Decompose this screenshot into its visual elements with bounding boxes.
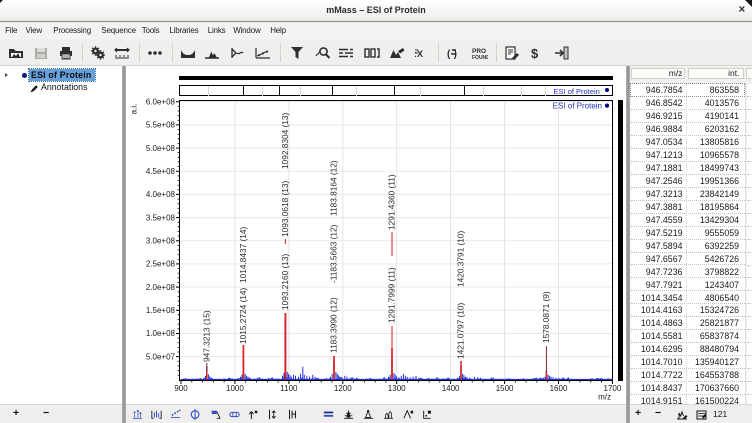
svg-text:5.5e+08: 5.5e+08: [146, 121, 176, 130]
svg-text:1420.3791 (10): 1420.3791 (10): [456, 230, 466, 287]
svg-text:m/z: m/z: [598, 393, 611, 402]
svg-text:-1183.5663 (12): -1183.5663 (12): [329, 224, 339, 283]
svg-text:ESI of Protein: ESI of Protein: [553, 102, 602, 111]
svg-text:1.5e+08: 1.5e+08: [146, 306, 176, 315]
svg-text:6.0e+08: 6.0e+08: [146, 98, 176, 107]
svg-text:1014.8437 (14): 1014.8437 (14): [238, 226, 248, 283]
svg-text:1300: 1300: [388, 384, 406, 393]
svg-text:3.5e+08: 3.5e+08: [146, 213, 176, 222]
svg-text:1400: 1400: [442, 384, 460, 393]
svg-text:5.0e+08: 5.0e+08: [146, 144, 176, 153]
svg-text:1291.4360 (11): 1291.4360 (11): [387, 174, 397, 230]
svg-text:2.5e+08: 2.5e+08: [146, 260, 176, 269]
svg-text:1578.0871 (9): 1578.0871 (9): [541, 291, 551, 343]
svg-text:1183.8164 (12): 1183.8164 (12): [329, 160, 339, 216]
svg-text:1.0e+08: 1.0e+08: [146, 329, 176, 338]
svg-text:2.0e+08: 2.0e+08: [146, 283, 176, 292]
svg-text:1500: 1500: [496, 384, 514, 393]
svg-text:900: 900: [174, 384, 188, 393]
svg-text:3.0e+08: 3.0e+08: [146, 237, 176, 246]
svg-text:947.3213 (15): 947.3213 (15): [201, 310, 211, 362]
svg-text:1100: 1100: [280, 384, 298, 393]
svg-text:1000: 1000: [226, 384, 244, 393]
svg-text:4.0e+08: 4.0e+08: [146, 190, 176, 199]
svg-text:1700: 1700: [604, 384, 622, 393]
svg-text:1600: 1600: [550, 384, 568, 393]
svg-text:1092.8304 (13): 1092.8304 (13): [280, 112, 290, 169]
svg-text:1183.3990 (12): 1183.3990 (12): [329, 297, 339, 353]
svg-text:1093.2160 (13): 1093.2160 (13): [280, 253, 290, 310]
svg-text:1093.0618 (13): 1093.0618 (13): [280, 180, 290, 237]
svg-text:4.5e+08: 4.5e+08: [146, 167, 176, 176]
svg-text:5.0e+07: 5.0e+07: [146, 352, 176, 361]
svg-text:1291.7999 (11): 1291.7999 (11): [387, 267, 397, 323]
svg-text:1015.2724 (14): 1015.2724 (14): [238, 287, 248, 344]
svg-text:1200: 1200: [334, 384, 352, 393]
svg-text:1421.0797 (10): 1421.0797 (10): [456, 302, 466, 359]
